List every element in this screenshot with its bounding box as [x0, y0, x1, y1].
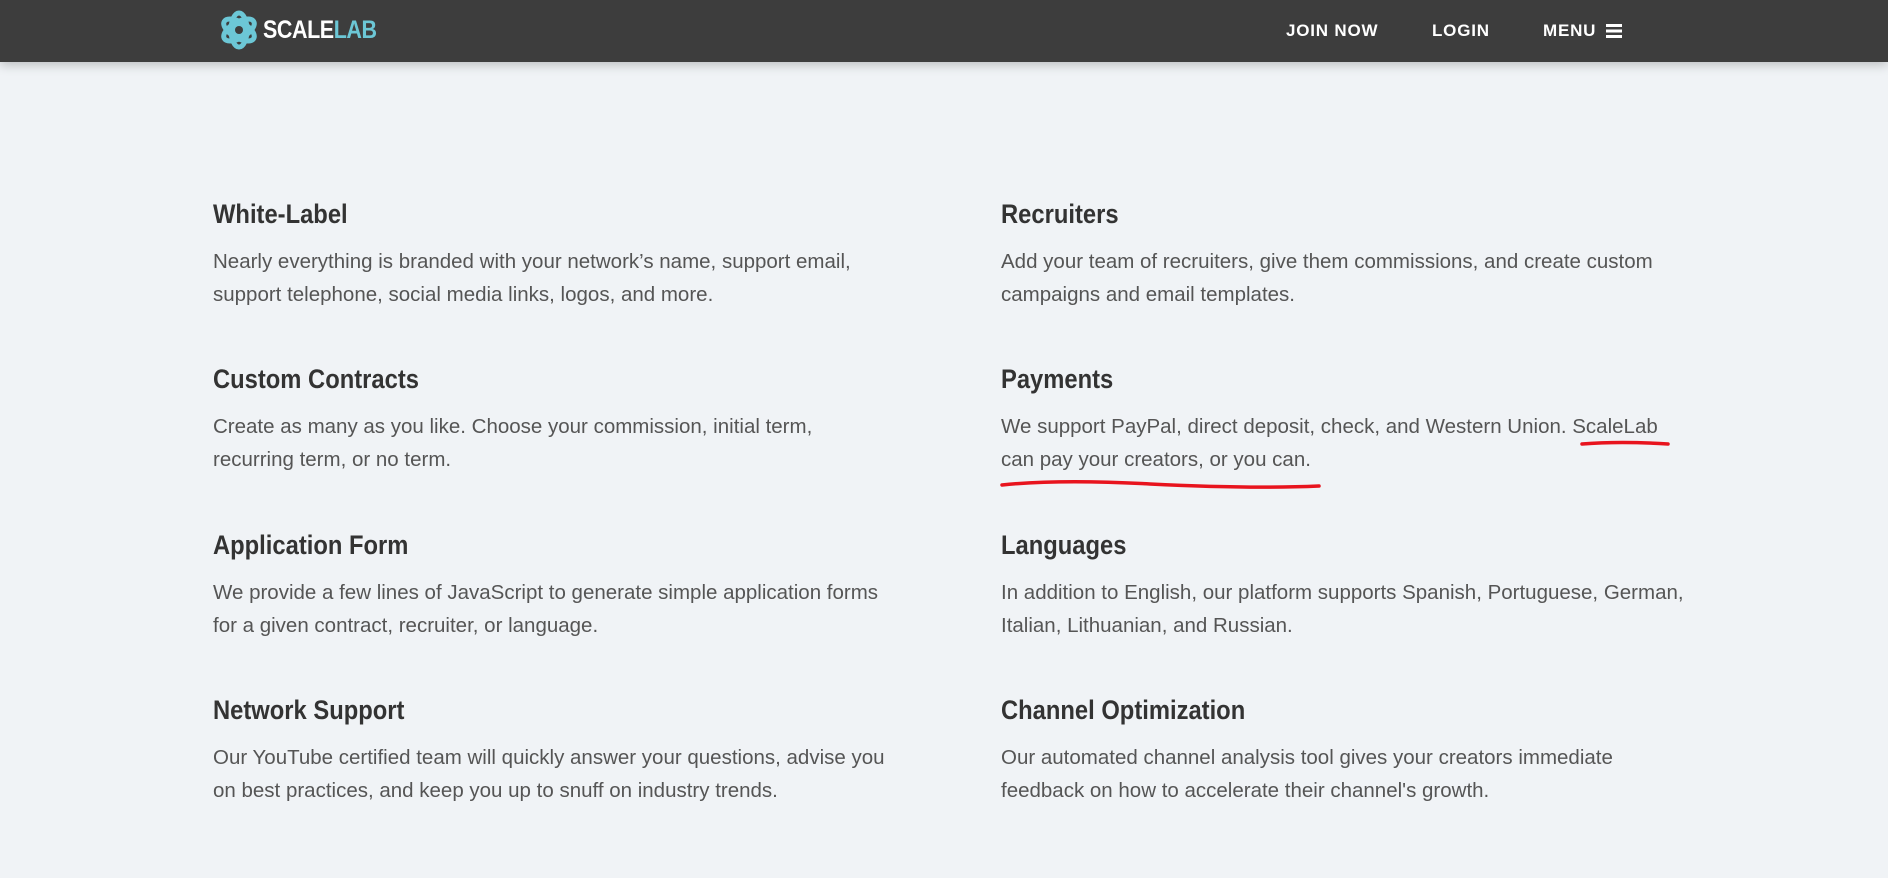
feature-title: Payments	[1001, 364, 1114, 394]
join-now-link[interactable]: JOIN NOW	[1286, 0, 1378, 62]
feature-white-label: White-Label Nearly everything is branded…	[213, 197, 893, 311]
logo-wordmark: SCALELAB	[263, 10, 377, 50]
feature-title: Channel Optimization	[1001, 695, 1246, 725]
feature-custom-contracts: Custom Contracts Create as many as you l…	[213, 362, 893, 476]
hamburger-icon	[1606, 24, 1623, 38]
feature-title: White-Label	[213, 199, 348, 229]
atom-logo-icon	[221, 10, 257, 50]
feature-network-support: Network Support Our YouTube certified te…	[213, 693, 893, 807]
feature-title: Network Support	[213, 695, 405, 725]
logo-text-scale: SCALE	[263, 16, 334, 44]
feature-recruiters: Recruiters Add your team of recruiters, …	[1001, 197, 1691, 311]
feature-application-form: Application Form We provide a few lines …	[213, 528, 893, 642]
feature-description: Nearly everything is branded with your n…	[213, 250, 851, 306]
feature-description: In addition to English, our platform sup…	[1001, 581, 1684, 637]
feature-title: Recruiters	[1001, 199, 1119, 229]
feature-languages: Languages In addition to English, our pl…	[1001, 528, 1691, 642]
top-navbar: SCALELAB JOIN NOW LOGIN MENU	[0, 0, 1888, 62]
feature-title: Custom Contracts	[213, 364, 419, 394]
login-link[interactable]: LOGIN	[1432, 0, 1490, 62]
feature-description: Our YouTube certified team will quickly …	[213, 746, 885, 802]
feature-description: We provide a few lines of JavaScript to …	[213, 581, 879, 637]
feature-title: Languages	[1001, 530, 1127, 560]
scalelab-logo[interactable]: SCALELAB	[219, 10, 395, 50]
feature-description: Add your team of recruiters, give them c…	[1001, 250, 1653, 306]
annotation-stroke-2	[1000, 479, 1321, 489]
feature-payments: Payments We support PayPal, direct depos…	[1001, 362, 1691, 476]
menu-button[interactable]: MENU	[1543, 0, 1623, 62]
feature-title: Application Form	[213, 530, 409, 560]
feature-description: Create as many as you like. Choose your …	[213, 415, 813, 471]
menu-label: MENU	[1543, 21, 1597, 40]
feature-description: Our automated channel analysis tool give…	[1001, 746, 1613, 802]
feature-channel-optimization: Channel Optimization Our automated chann…	[1001, 693, 1691, 807]
logo-text-lab: LAB	[333, 16, 377, 44]
feature-description: We support PayPal, direct deposit, check…	[1001, 415, 1658, 471]
